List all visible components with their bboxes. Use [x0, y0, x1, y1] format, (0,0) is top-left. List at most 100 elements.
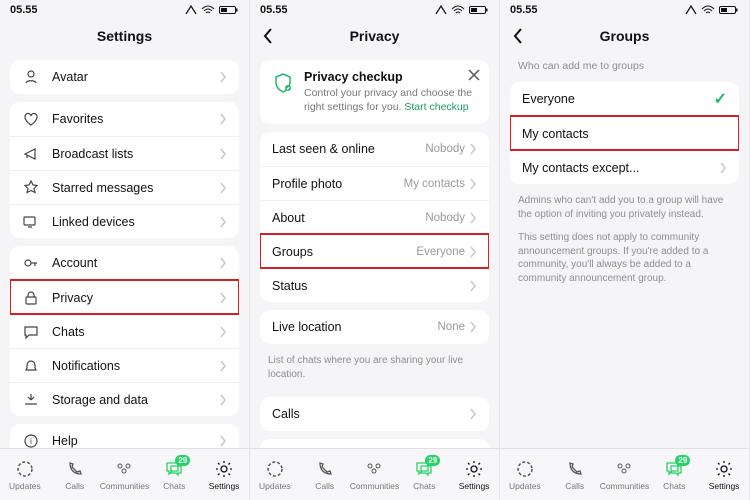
status-bar: 05.55 [0, 0, 249, 20]
heart-icon [22, 110, 40, 128]
tab-settings[interactable]: Settings [201, 459, 247, 491]
tab-calls[interactable]: Calls [52, 459, 98, 491]
groups-list[interactable]: Who can add me to groups Everyone ✓ My c… [500, 52, 749, 448]
header: Privacy [250, 20, 499, 52]
chats-icon: 29 [414, 459, 434, 479]
row-blocked[interactable]: Blocked 8 contacts [260, 439, 489, 448]
tab-chats[interactable]: 29Chats [401, 459, 447, 491]
row-option-mycontacts[interactable]: My contacts [510, 116, 739, 150]
tab-updates[interactable]: Updates [502, 459, 548, 491]
tab-chats[interactable]: 29Chats [651, 459, 697, 491]
chevron-right-icon [469, 212, 477, 224]
row-notifications[interactable]: Notifications [10, 348, 239, 382]
communities-icon [114, 459, 134, 479]
gear-icon [214, 459, 234, 479]
calls-icon [315, 459, 335, 479]
tab-updates[interactable]: Updates [2, 459, 48, 491]
row-help[interactable]: i Help [10, 424, 239, 448]
communities-icon [364, 459, 384, 479]
tab-calls[interactable]: Calls [302, 459, 348, 491]
chevron-right-icon [219, 182, 227, 194]
row-label: Calls [272, 407, 469, 421]
settings-list[interactable]: Avatar Favorites Broadcast lists Sta [0, 52, 249, 448]
row-label: Privacy [52, 291, 219, 305]
row-broadcast[interactable]: Broadcast lists [10, 136, 239, 170]
row-about[interactable]: About Nobody [260, 200, 489, 234]
row-avatar[interactable]: Avatar [10, 60, 239, 94]
row-label: Notifications [52, 359, 219, 373]
broadcast-icon [22, 145, 40, 163]
header: Settings [0, 20, 249, 52]
gear-icon [464, 459, 484, 479]
row-starred[interactable]: Starred messages [10, 170, 239, 204]
chevron-right-icon [219, 71, 227, 83]
chevron-right-icon [469, 321, 477, 333]
row-label: Linked devices [52, 215, 219, 229]
row-account[interactable]: Account [10, 246, 239, 280]
chevron-right-icon [469, 246, 477, 258]
page-title: Privacy [350, 28, 400, 44]
row-storage[interactable]: Storage and data [10, 382, 239, 416]
row-last-seen[interactable]: Last seen & online Nobody [260, 132, 489, 166]
calls-icon [65, 459, 85, 479]
row-option-except[interactable]: My contacts except... [510, 150, 739, 184]
row-option-everyone[interactable]: Everyone ✓ [510, 82, 739, 116]
live-location-note: List of chats where you are sharing your… [250, 352, 499, 389]
star-icon [22, 179, 40, 197]
chevron-right-icon [219, 435, 227, 447]
row-linked-devices[interactable]: Linked devices [10, 204, 239, 238]
header: Groups [500, 20, 749, 52]
tab-updates[interactable]: Updates [252, 459, 298, 491]
row-profile-photo[interactable]: Profile photo My contacts [260, 166, 489, 200]
communities-icon [614, 459, 634, 479]
row-calls[interactable]: Calls [260, 397, 489, 431]
gear-icon [714, 459, 734, 479]
chevron-right-icon [469, 408, 477, 420]
row-live-location[interactable]: Live location None [260, 310, 489, 344]
row-privacy[interactable]: Privacy [10, 280, 239, 314]
tab-communities[interactable]: Communities [351, 459, 397, 491]
status-icons [435, 5, 489, 15]
tab-communities[interactable]: Communities [601, 459, 647, 491]
row-status[interactable]: Status [260, 268, 489, 302]
chevron-right-icon [719, 162, 727, 174]
row-label: Account [52, 256, 219, 270]
tab-settings[interactable]: Settings [451, 459, 497, 491]
chevron-right-icon [469, 143, 477, 155]
chat-icon [22, 323, 40, 341]
row-value: My contacts [404, 178, 465, 190]
calls-icon [565, 459, 585, 479]
chevron-right-icon [219, 394, 227, 406]
tab-calls[interactable]: Calls [552, 459, 598, 491]
screen-settings: 05.55 Settings Avatar Favorites [0, 0, 250, 500]
row-label: Live location [272, 320, 438, 334]
privacy-list[interactable]: Privacy checkup Control your privacy and… [250, 52, 499, 448]
chevron-right-icon [469, 280, 477, 292]
tab-communities[interactable]: Communities [101, 459, 147, 491]
row-label: My contacts [522, 127, 727, 141]
row-label: Broadcast lists [52, 147, 219, 161]
start-checkup-link[interactable]: Start checkup [404, 101, 468, 113]
row-value: None [438, 321, 466, 333]
row-favorites[interactable]: Favorites [10, 102, 239, 136]
row-label: Help [52, 434, 219, 448]
svg-text:i: i [30, 437, 32, 446]
close-icon[interactable] [467, 68, 481, 82]
tab-chats[interactable]: 29Chats [151, 459, 197, 491]
row-chats[interactable]: Chats [10, 314, 239, 348]
updates-icon [15, 459, 35, 479]
updates-icon [515, 459, 535, 479]
chevron-right-icon [219, 113, 227, 125]
avatar-icon [22, 68, 40, 86]
checkup-title: Privacy checkup [304, 70, 477, 84]
tab-settings[interactable]: Settings [701, 459, 747, 491]
tab-bar: Updates Calls Communities 29Chats Settin… [250, 448, 499, 500]
screen-groups: 05.55 Groups Who can add me to groups Ev… [500, 0, 750, 500]
status-icons [185, 5, 239, 15]
back-button[interactable] [258, 26, 278, 46]
row-label: Storage and data [52, 393, 219, 407]
back-button[interactable] [508, 26, 528, 46]
status-bar: 05.55 [500, 0, 749, 20]
row-groups[interactable]: Groups Everyone [260, 234, 489, 268]
privacy-checkup-card[interactable]: Privacy checkup Control your privacy and… [260, 60, 489, 124]
